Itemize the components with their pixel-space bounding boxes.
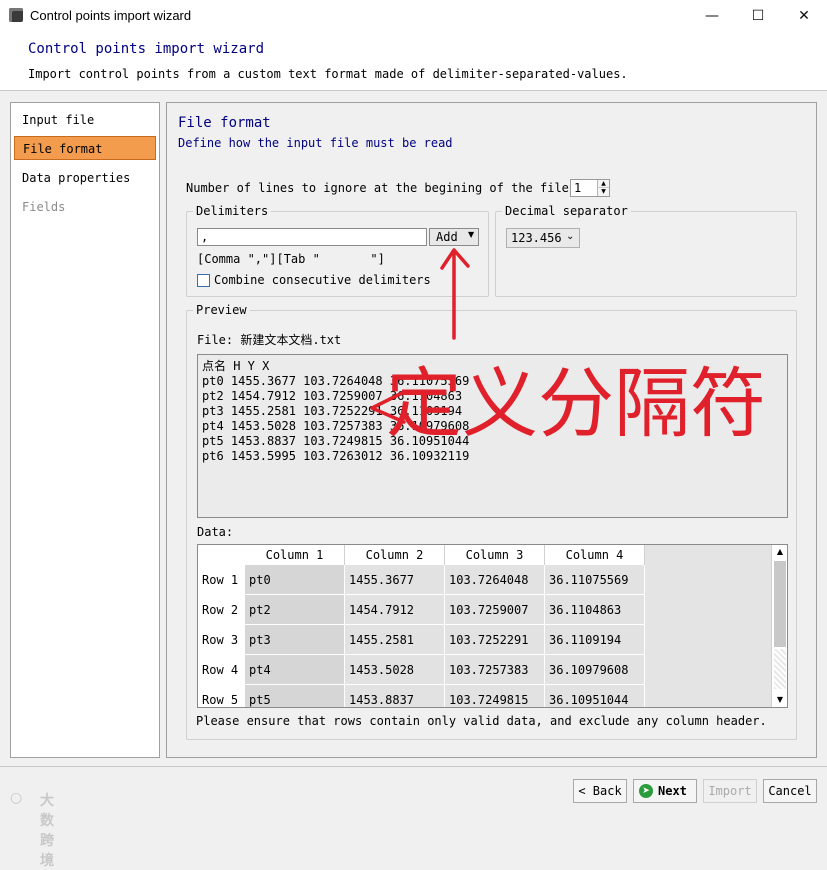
footer-divider (0, 766, 827, 767)
next-arrow-icon: ➤ (639, 784, 653, 798)
next-label: Next (658, 784, 687, 798)
back-button[interactable]: < Back (573, 779, 627, 803)
import-button: Import (703, 779, 757, 803)
watermark-logo-icon: ○ (10, 790, 23, 806)
chevron-left-icon: < (578, 784, 586, 798)
annotation-text: 定义分隔符 (386, 359, 766, 448)
watermark: ○ 大数跨境 (10, 790, 54, 869)
handwritten-annotation: 定义分隔符 (370, 248, 766, 448)
next-button[interactable]: ➤ Next (633, 779, 697, 803)
cancel-button[interactable]: Cancel (763, 779, 817, 803)
watermark-text: 大数跨境 (40, 793, 54, 869)
back-label: Back (592, 784, 622, 798)
